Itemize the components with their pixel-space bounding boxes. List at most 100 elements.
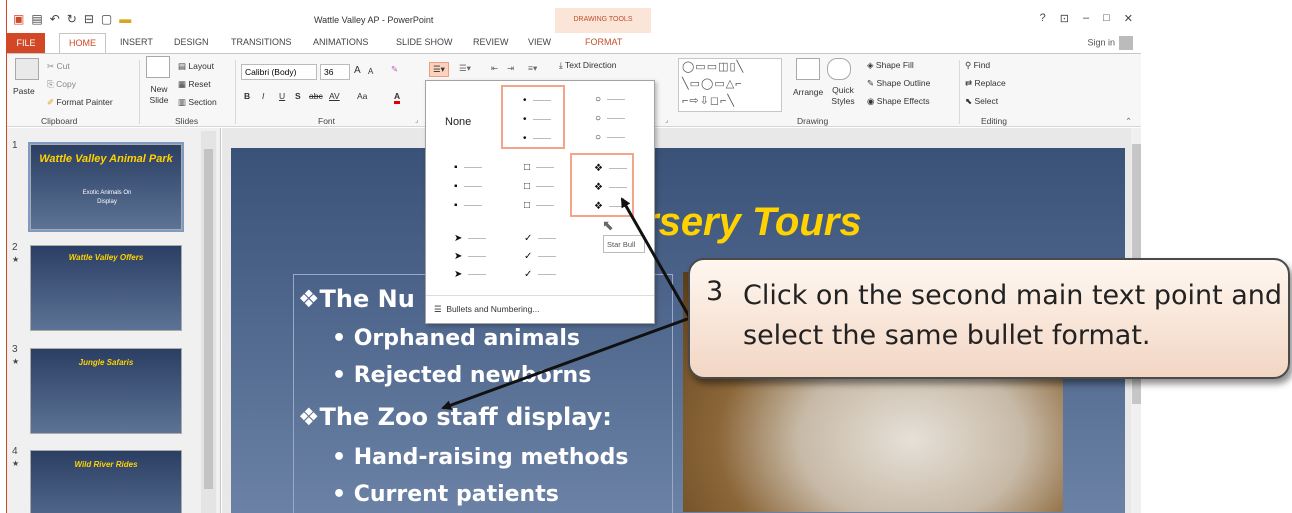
shape-fill-button[interactable]: ◈ Shape Fill [867,60,914,71]
paste-button[interactable]: Paste [13,86,35,96]
maximize-button[interactable]: □ [1103,12,1110,25]
bullet-option-filled-round[interactable]: • • • [501,85,565,149]
font-size-field[interactable]: 36 [320,64,350,80]
text-direction-button[interactable]: ⤓ Text Direction [559,60,616,71]
tab-view[interactable]: VIEW [528,37,551,47]
paste-icon[interactable] [15,58,39,80]
slide-title[interactable]: rsery Tours [643,200,862,245]
bullet-option-star[interactable]: ❖ ❖ ❖ [570,153,634,217]
sign-in-link[interactable]: Sign in [1087,36,1133,50]
tab-design[interactable]: DESIGN [174,37,209,47]
bullet-option-arrow[interactable]: ➤ ➤ ➤ [434,223,498,287]
quick-access-toolbar: ▣ ▤ ↶ ↻ ⊟ ▢ ▬ [13,12,131,26]
bullet-level-2[interactable]: • Rejected newborns [332,363,591,388]
paragraph-dialog-launcher-icon[interactable]: ⌟ [665,116,668,124]
font-dialog-launcher-icon[interactable]: ⌟ [415,116,418,124]
shape-outline-label: Shape Outline [876,78,931,88]
shape-fill-icon: ◈ [867,60,874,70]
bullets-button[interactable]: ☰▾ [429,62,449,77]
bullet-level-1[interactable]: ❖The Nu [298,285,415,313]
shapes-gallery[interactable]: ◯▭▭◫▯╲ ╲▭◯▭△⌐ ⌐⇨⇩◻⌐╲ [678,58,782,112]
bullet-level-1[interactable]: ❖The Zoo staff display: [298,403,612,431]
tab-animations[interactable]: ANIMATIONS [313,37,368,47]
quick-styles-icon[interactable] [827,58,851,80]
bullet-option-hollow-square[interactable]: □ □ □ [504,154,568,218]
numbering-button[interactable]: ☰▾ [459,63,471,74]
new-slide-button[interactable]: New Slide [144,84,174,106]
filled-round-bullet-icon: • [523,95,551,106]
slide-thumbnail-4[interactable]: Wild River Rides [30,450,182,513]
thumbnail-subtitle: Exotic Animals On Display [82,190,132,205]
layout-button[interactable]: ▤ Layout [178,61,214,72]
copy-button[interactable]: ⎘ Copy [47,79,76,90]
bullet-option-none[interactable]: None [433,86,497,150]
scrollbar-thumb[interactable] [204,149,213,489]
character-spacing-button[interactable]: AV [329,91,340,101]
strikethrough-button[interactable]: abc [309,91,323,101]
new-slide-icon[interactable] [146,56,170,78]
slide-thumbnail-2[interactable]: Wattle Valley Offers [30,245,182,331]
section-button[interactable]: ▥ Section [178,97,217,108]
bullet-level-2[interactable]: • Current patients [332,482,559,507]
shrink-font-button[interactable]: A [368,67,373,76]
font-name-field[interactable]: Calibri (Body) [241,64,317,80]
new-icon[interactable]: ▢ [101,12,112,26]
tab-transitions[interactable]: TRANSITIONS [231,37,292,47]
tab-review[interactable]: REVIEW [473,37,509,47]
sign-in-label[interactable]: Sign in [1087,37,1115,47]
shape-effects-button[interactable]: ◉ Shape Effects [867,96,930,107]
bullet-level-2[interactable]: • Orphaned animals [332,326,580,351]
minimize-button[interactable]: – [1083,12,1089,25]
bullet-option-checkmark[interactable]: ✓ ✓ ✓ [504,223,568,287]
reset-button[interactable]: ▦ Reset [178,79,211,90]
increase-indent-icon[interactable]: ⇥ [507,63,514,74]
find-button[interactable]: ⚲ Find [965,60,990,71]
change-case-button[interactable]: Aa [357,91,367,101]
open-icon[interactable]: ▬ [119,12,131,26]
slide-thumbnail-1[interactable]: Wattle Valley Animal Park Exotic Animals… [28,142,184,232]
tab-format[interactable]: FORMAT [585,37,622,47]
tab-home[interactable]: HOME [59,33,106,54]
window-title: Wattle Valley AP - PowerPoint [314,15,434,25]
clear-formatting-icon[interactable]: ✎ [391,64,398,75]
ribbon-display-button[interactable]: ⊡ [1060,12,1069,25]
cut-button[interactable]: ✂ Cut [47,61,70,72]
format-painter-button[interactable]: ✐ Format Painter [47,97,113,108]
arrange-button[interactable]: Arrange [793,87,823,97]
bold-button[interactable]: B [244,91,250,101]
quick-styles-button[interactable]: Quick Styles [827,85,859,107]
star-bullet-icon: ❖ [594,201,627,212]
thumbnails-scrollbar[interactable] [201,131,216,513]
bullet-option-hollow-round[interactable]: ○ ○ ○ [571,86,635,150]
arrange-icon[interactable] [796,58,820,80]
italic-button[interactable]: I [262,91,264,101]
mouse-pointer-icon: ⬉ [602,217,614,233]
replace-button[interactable]: ⇄ Replace [965,78,1006,89]
close-button[interactable]: ✕ [1124,12,1133,25]
start-from-beginning-icon[interactable]: ⊟ [84,12,94,26]
font-color-button[interactable]: A [394,91,401,104]
line-spacing-icon[interactable]: ≡▾ [528,63,537,74]
slide-thumbnail-3[interactable]: Jungle Safaris [30,348,182,434]
tab-insert[interactable]: INSERT [120,37,153,47]
bullets-and-numbering-link[interactable]: ☰ Bullets and Numbering... [426,295,654,324]
underline-button[interactable]: U [279,91,285,101]
avatar[interactable] [1119,36,1133,50]
bullet-option-filled-square[interactable]: ▪ ▪ ▪ [434,154,498,218]
tab-slide-show[interactable]: SLIDE SHOW [396,37,453,47]
hollow-square-bullet-icon: □ [524,200,555,211]
shadow-button[interactable]: S [295,91,301,101]
collapse-ribbon-icon[interactable]: ⌃ [1125,116,1132,127]
undo-icon[interactable]: ↶ [50,12,60,26]
select-button[interactable]: ⬉ Select [965,96,998,107]
filled-square-bullet-icon: ▪ [454,181,482,192]
decrease-indent-icon[interactable]: ⇤ [491,63,498,74]
save-icon[interactable]: ▤ [31,12,42,26]
shape-outline-button[interactable]: ✎ Shape Outline [867,78,930,89]
bullet-level-2[interactable]: • Hand-raising methods [332,445,628,470]
redo-icon[interactable]: ↻ [67,12,77,26]
slide-number: 2 [12,242,18,253]
help-button[interactable]: ? [1040,12,1046,25]
grow-font-button[interactable]: A [354,65,361,76]
tab-file[interactable]: FILE [7,33,45,53]
